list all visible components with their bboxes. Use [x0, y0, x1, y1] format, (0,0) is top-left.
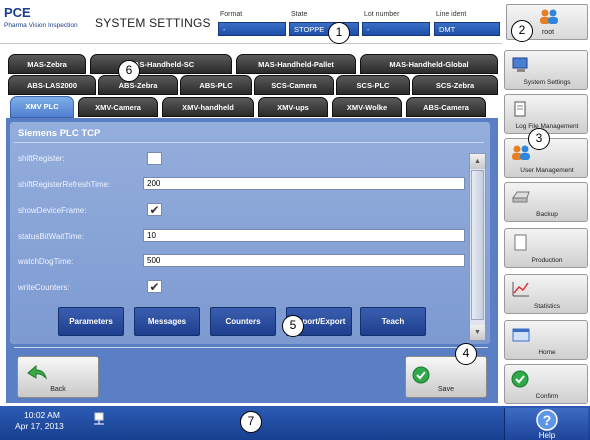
shift-register-refresh-time-input[interactable]: 200 [143, 177, 465, 190]
tab-mas-handheld-global[interactable]: MAS-Handheld-Global [360, 54, 498, 74]
sidebar-item-production[interactable]: Production [504, 228, 588, 268]
show-device-frame-checkbox[interactable]: ✔ [147, 203, 162, 216]
sidebar-item-label: Statistics [533, 303, 560, 310]
callout-marker: 2 [511, 20, 533, 42]
scroll-down-arrow-icon[interactable]: ▼ [470, 325, 485, 340]
tab-scs-camera[interactable]: SCS-Camera [254, 75, 334, 95]
lot-number-field: - [362, 22, 430, 36]
status-bit-wait-time-input[interactable]: 10 [143, 229, 465, 242]
lot-number-label: Lot number [364, 11, 400, 18]
callout-marker: 6 [118, 60, 140, 82]
tab-xmv-ups[interactable]: XMV-ups [258, 97, 328, 117]
format-field: - [218, 22, 286, 36]
watch-dog-time-label: watchDogTime: [18, 257, 74, 266]
shift-register-label: shiftRegister: [18, 154, 65, 163]
divider [14, 142, 484, 143]
network-icon [94, 412, 104, 425]
check-icon [511, 370, 529, 388]
sidebar-item-label: Log File Management [515, 123, 579, 130]
document-icon [514, 234, 527, 251]
help-icon: ? [536, 409, 558, 431]
sidebar-item-label: User Management [520, 167, 574, 174]
users-icon [540, 9, 558, 24]
sidebar-item-backup[interactable]: Backup [504, 182, 588, 222]
teach-button[interactable]: Teach [360, 307, 426, 336]
scroll-up-arrow-icon[interactable]: ▲ [470, 154, 485, 169]
tab-xmv-plc[interactable]: XMV PLC [10, 96, 74, 118]
tab-abs-zebra[interactable]: ABS-Zebra [98, 75, 178, 95]
tab-scs-plc[interactable]: SCS-PLC [336, 75, 410, 95]
sidebar-item-confirm[interactable]: Confirm [504, 364, 588, 404]
line-ident-field: DMT [434, 22, 500, 36]
tab-abs-camera[interactable]: ABS-Camera [406, 97, 486, 117]
write-counters-checkbox[interactable]: ✔ [147, 280, 162, 293]
sidebar-item-label: Backup [536, 211, 558, 218]
svg-text:?: ? [543, 412, 552, 428]
users-icon [512, 145, 530, 160]
sidebar-item-system-settings[interactable]: System Settings [504, 50, 588, 90]
tab-scs-zebra[interactable]: SCS-Zebra [412, 75, 498, 95]
page-title: SYSTEM SETTINGS [95, 16, 211, 30]
divider [14, 347, 488, 348]
clock-time: 10:02 AM [24, 410, 60, 420]
window-icon [512, 328, 530, 342]
save-button[interactable]: Save [405, 356, 487, 398]
logo-subtitle: Pharma Vision Inspection [4, 22, 78, 29]
tab-mas-handheld-sc[interactable]: MAS-Handheld-SC [90, 54, 232, 74]
callout-marker: 1 [328, 22, 350, 44]
status-bit-wait-time-label: statusBitWaitTime: [18, 232, 85, 241]
clock-date: Apr 17, 2013 [15, 421, 64, 431]
back-button[interactable]: Back [17, 356, 99, 398]
counters-button[interactable]: Counters [210, 307, 276, 336]
save-label: Save [438, 386, 454, 393]
help-label: Help [538, 431, 556, 440]
back-arrow-icon [27, 364, 47, 380]
sidebar-item-home[interactable]: Home [504, 320, 588, 360]
logo: PCE [4, 5, 31, 20]
drive-icon [512, 191, 530, 203]
callout-marker: 3 [528, 128, 550, 150]
tab-xmv-wolke[interactable]: XMV-Wolke [332, 97, 402, 117]
line-ident-label: Line ident [436, 11, 467, 18]
help-button[interactable]: ? Help [504, 408, 588, 440]
shift-register-refresh-time-label: shiftRegisterRefreshTime: [18, 180, 111, 189]
sidebar-item-label: System Settings [523, 79, 571, 86]
tab-abs-plc[interactable]: ABS-PLC [180, 75, 252, 95]
sidebar-item-log-file-management[interactable]: Log File Management [504, 94, 588, 134]
sidebar-item-statistics[interactable]: Statistics [504, 274, 588, 314]
book-icon [514, 101, 526, 117]
chart-icon [512, 282, 529, 297]
shift-register-checkbox[interactable] [147, 152, 162, 165]
tab-abs-las2000[interactable]: ABS-LAS2000 [8, 75, 96, 95]
callout-marker: 4 [455, 343, 477, 365]
check-circle-icon [412, 366, 430, 384]
tab-mas-zebra[interactable]: MAS-Zebra [8, 54, 86, 74]
sidebar-item-label: Home [538, 349, 556, 356]
sidebar-item-label: Confirm [535, 393, 559, 400]
panel-title: Siemens PLC TCP [18, 128, 101, 139]
callout-marker: 5 [282, 315, 304, 337]
watch-dog-time-input[interactable]: 500 [143, 254, 465, 267]
format-label: Format [220, 11, 243, 18]
sidebar-item-label: Production [531, 257, 563, 264]
tab-mas-handheld-pallet[interactable]: MAS-Handheld-Pallet [236, 54, 356, 74]
computer-icon [512, 57, 528, 72]
back-label: Back [50, 386, 66, 393]
parameters-button[interactable]: Parameters [58, 307, 124, 336]
show-device-frame-label: showDeviceFrame: [18, 206, 87, 215]
scroll-thumb[interactable] [471, 170, 484, 320]
messages-button[interactable]: Messages [134, 307, 200, 336]
tab-xmv-camera[interactable]: XMV-Camera [78, 97, 158, 117]
write-counters-label: writeCounters: [18, 283, 70, 292]
footer-bar [0, 406, 590, 440]
callout-marker: 7 [240, 411, 262, 433]
tab-xmv-handheld[interactable]: XMV-handheld [162, 97, 254, 117]
state-label: State [291, 11, 308, 18]
